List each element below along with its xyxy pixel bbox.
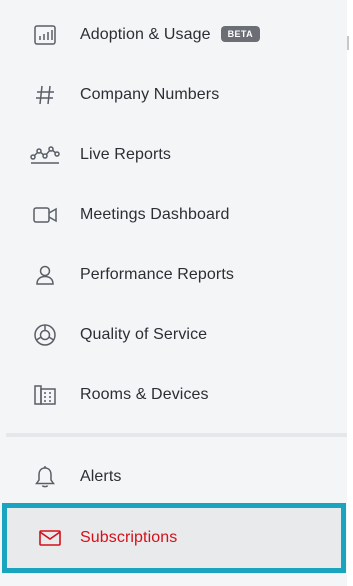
video-camera-icon (30, 202, 60, 228)
sidebar-item-rooms-devices[interactable]: Rooms & Devices (0, 365, 347, 425)
sidebar-item-label: Company Numbers (80, 86, 220, 103)
sidebar-item-adoption-usage[interactable]: Adoption & Usage BETA (0, 5, 347, 65)
bell-icon (30, 464, 60, 490)
envelope-icon (35, 525, 65, 551)
sidebar-item-subscriptions[interactable]: Subscriptions (2, 503, 346, 573)
sidebar-panel: Adoption & Usage BETA Company Numbers Li… (0, 0, 347, 586)
sidebar-item-alerts[interactable]: Alerts (0, 447, 347, 507)
bar-chart-icon (30, 22, 60, 48)
sidebar-nav: Adoption & Usage BETA Company Numbers Li… (0, 5, 347, 425)
sidebar-item-label: Quality of Service (80, 326, 208, 343)
section-divider (6, 433, 347, 437)
donut-chart-icon (30, 322, 60, 348)
live-line-chart-icon (30, 142, 60, 168)
sidebar-item-label: Subscriptions (80, 529, 178, 546)
sidebar-item-label: Adoption & Usage BETA (80, 26, 261, 44)
room-device-icon (30, 382, 60, 408)
sidebar-item-label: Rooms & Devices (80, 386, 209, 403)
scrollbar-thumb[interactable] (347, 36, 349, 50)
sidebar-item-performance-reports[interactable]: Performance Reports (0, 245, 347, 305)
hash-icon (30, 82, 60, 108)
sidebar-item-label: Alerts (80, 468, 122, 485)
beta-badge: BETA (220, 26, 261, 42)
sidebar-item-label: Live Reports (80, 146, 172, 163)
sidebar-item-live-reports[interactable]: Live Reports (0, 125, 347, 185)
scrollbar-track[interactable] (347, 0, 353, 586)
sidebar-item-meetings-dashboard[interactable]: Meetings Dashboard (0, 185, 347, 245)
sidebar-item-label: Performance Reports (80, 266, 234, 283)
sidebar-item-label: Meetings Dashboard (80, 206, 230, 223)
sidebar-item-quality-of-service[interactable]: Quality of Service (0, 305, 347, 365)
person-icon (30, 262, 60, 288)
sidebar-item-company-numbers[interactable]: Company Numbers (0, 65, 347, 125)
